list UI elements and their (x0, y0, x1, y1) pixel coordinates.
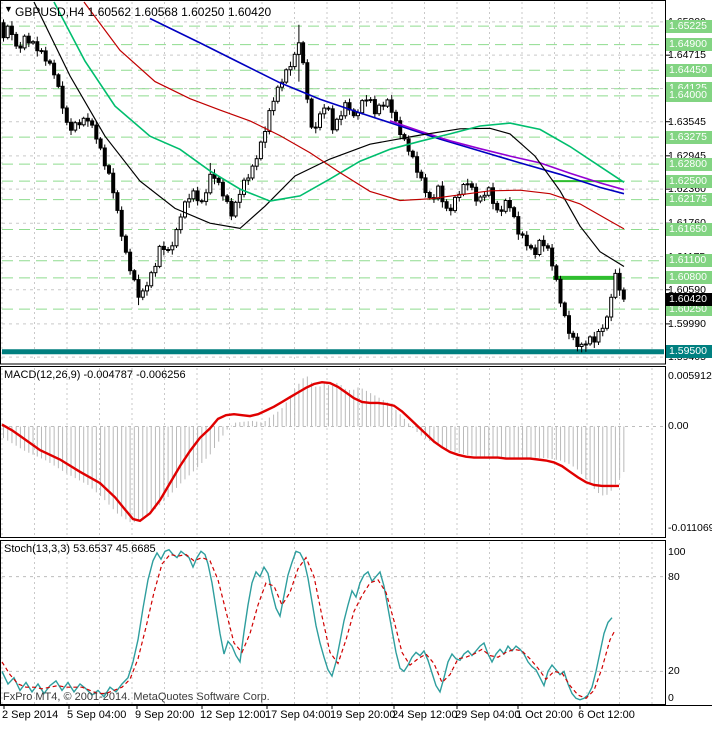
symbol-marker-icon[interactable]: ▼ (4, 4, 13, 14)
time-axis-label: 9 Sep 20:00 (135, 709, 195, 721)
time-axis-label: 17 Sep 04:00 (265, 709, 331, 721)
time-axis-label: 6 Oct 12:00 (578, 709, 635, 721)
stoch-scale-label: 20 (668, 665, 680, 678)
price-level-badge: 1.62800 (666, 157, 712, 171)
time-axis-label: 19 Sep 20:00 (330, 709, 396, 721)
price-level-badge: 1.60800 (666, 271, 712, 285)
copyright-label: FxPro MT4, © 2001-2014. MetaQuotes Softw… (3, 691, 270, 703)
price-level-badge: 1.65225 (666, 19, 712, 33)
macd-scale-min: -0.011069 (668, 522, 712, 534)
price-level-badge: 1.63275 (666, 130, 712, 144)
chart-canvas[interactable] (0, 0, 712, 732)
stoch-scale-label: 0 (668, 692, 674, 704)
price-level-badge: 1.64450 (666, 63, 712, 77)
price-tick-label: 1.59990 (668, 317, 706, 330)
price-tick-label: 1.63545 (668, 115, 706, 128)
macd-scale-max: 0.005912 (668, 370, 712, 382)
price-level-badge: 1.61650 (666, 222, 712, 236)
macd-scale-zero: 0.00 (668, 420, 689, 433)
time-axis-label: 2 Sep 2014 (2, 709, 59, 721)
time-axis-label: 12 Sep 12:00 (200, 709, 266, 721)
price-level-badge: 1.64900 (666, 38, 712, 52)
macd-indicator-label: MACD(12,26,9) -0.004787 -0.006256 (4, 369, 186, 381)
support-level-badge: 1.59500 (666, 345, 712, 359)
price-level-badge: 1.64000 (666, 89, 712, 103)
time-axis-label: 1 Oct 20:00 (516, 709, 573, 721)
time-axis-label: 24 Sep 12:00 (392, 709, 458, 721)
stoch-indicator-label: Stoch(13,3,3) 53.6537 45.6685 (4, 543, 156, 555)
price-level-badge: 1.62175 (666, 193, 712, 207)
current-price-badge: 1.60420 (666, 292, 712, 306)
mt4-chart-window: ▼ GBPUSD,H4 1.60562 1.60568 1.60250 1.60… (0, 0, 712, 732)
price-level-badge: 1.62500 (666, 174, 712, 188)
stoch-scale-label: 100 (668, 546, 686, 558)
time-axis-label: 29 Sep 04:00 (455, 709, 521, 721)
stoch-scale-label: 80 (668, 570, 680, 583)
time-axis-label: 5 Sep 04:00 (67, 709, 127, 721)
symbol-info-label: GBPUSD,H4 1.60562 1.60568 1.60250 1.6042… (15, 5, 272, 19)
price-level-badge: 1.61100 (666, 254, 712, 268)
